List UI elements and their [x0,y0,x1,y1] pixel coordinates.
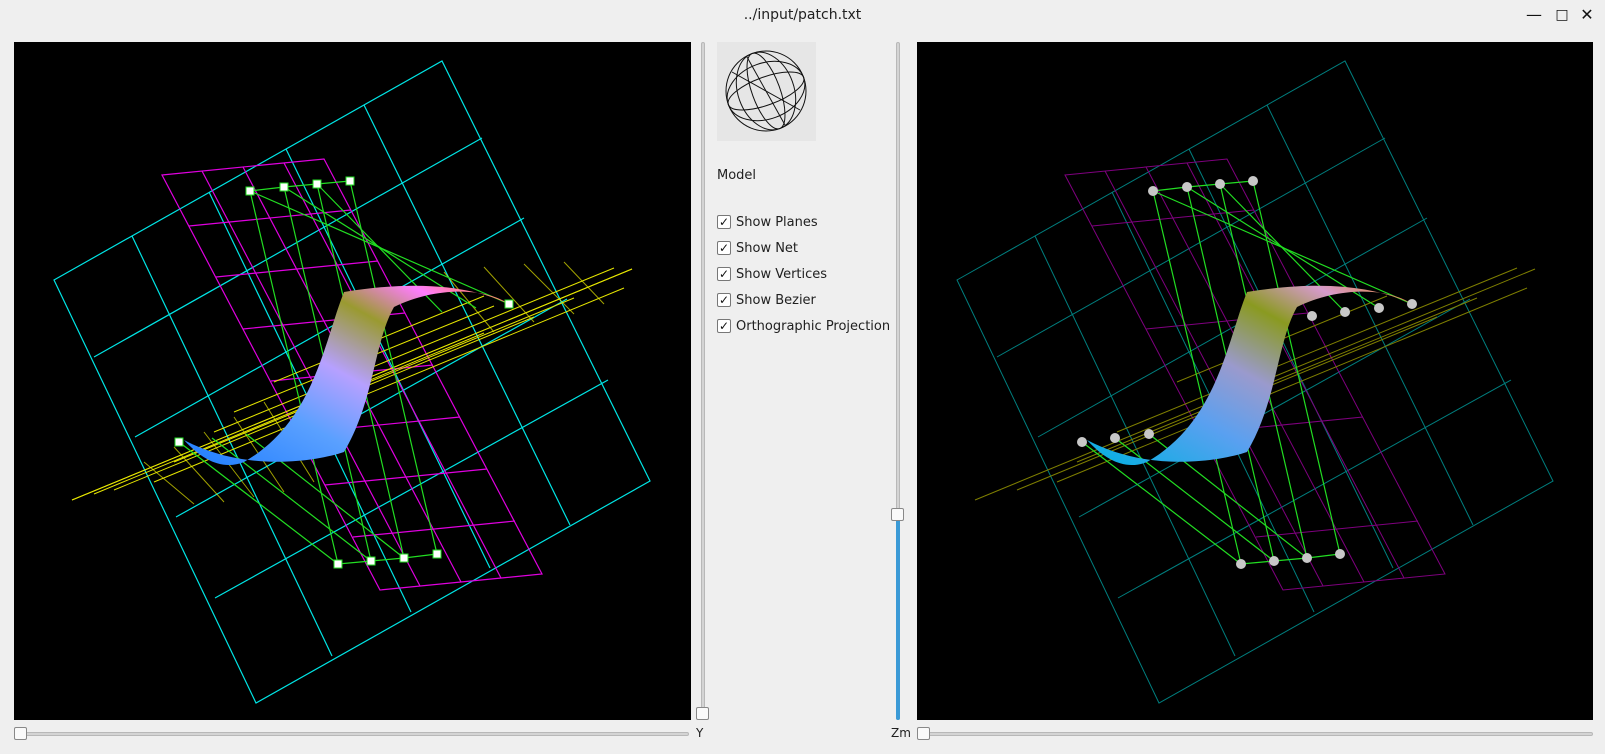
option-label: Show Vertices [736,266,828,282]
option-row-show-planes[interactable]: ✓ Show Planes [717,213,818,231]
minimize-icon[interactable]: — [1525,6,1543,24]
model-label: Model [717,168,757,183]
model-preview[interactable] [717,42,816,141]
zoom-slider[interactable] [891,42,905,720]
close-icon[interactable]: ✕ [1578,6,1596,24]
left-x-slider-groove [14,732,689,736]
y-slider-groove [701,42,705,720]
option-row-show-vertices[interactable]: ✓ Show Vertices [717,265,827,283]
checkbox-show-planes[interactable]: ✓ [717,215,731,229]
left-x-slider-handle[interactable] [14,727,27,740]
maximize-icon[interactable]: □ [1553,6,1571,24]
right-3d-viewport[interactable] [917,42,1593,720]
checkbox-show-bezier[interactable]: ✓ [717,293,731,307]
option-label: Show Bezier [736,292,816,308]
right-x-slider-handle[interactable] [917,727,930,740]
right-x-slider-groove [917,732,1593,736]
left-x-slider[interactable] [14,727,689,741]
option-row-show-bezier[interactable]: ✓ Show Bezier [717,291,816,309]
y-slider-handle[interactable] [696,707,709,720]
option-label: Show Net [736,240,799,256]
option-label: Show Planes [736,214,818,230]
zoom-slider-fill [896,513,900,720]
option-label: Orthographic Projection [736,318,891,334]
title-bar[interactable]: ../input/patch.txt — □ ✕ [0,0,1605,32]
y-slider[interactable] [696,42,710,720]
option-row-show-net[interactable]: ✓ Show Net [717,239,798,257]
zoom-slider-label: Zm [891,726,911,740]
left-scene [53,60,651,704]
checkbox-orthographic-projection[interactable]: ✓ [717,319,731,333]
app-window: ../input/patch.txt — □ ✕ Y Model ✓ Show … [0,0,1605,754]
option-row-orthographic-projection[interactable]: ✓ Orthographic Projection [717,317,890,335]
y-slider-label: Y [696,726,704,740]
right-scene [956,60,1554,704]
right-x-slider[interactable] [917,727,1593,741]
zoom-slider-handle[interactable] [891,507,904,521]
checkbox-show-vertices[interactable]: ✓ [717,267,731,281]
left-3d-viewport[interactable] [14,42,691,720]
sphere-icon [725,50,807,132]
window-title: ../input/patch.txt [743,7,862,23]
checkbox-show-net[interactable]: ✓ [717,241,731,255]
